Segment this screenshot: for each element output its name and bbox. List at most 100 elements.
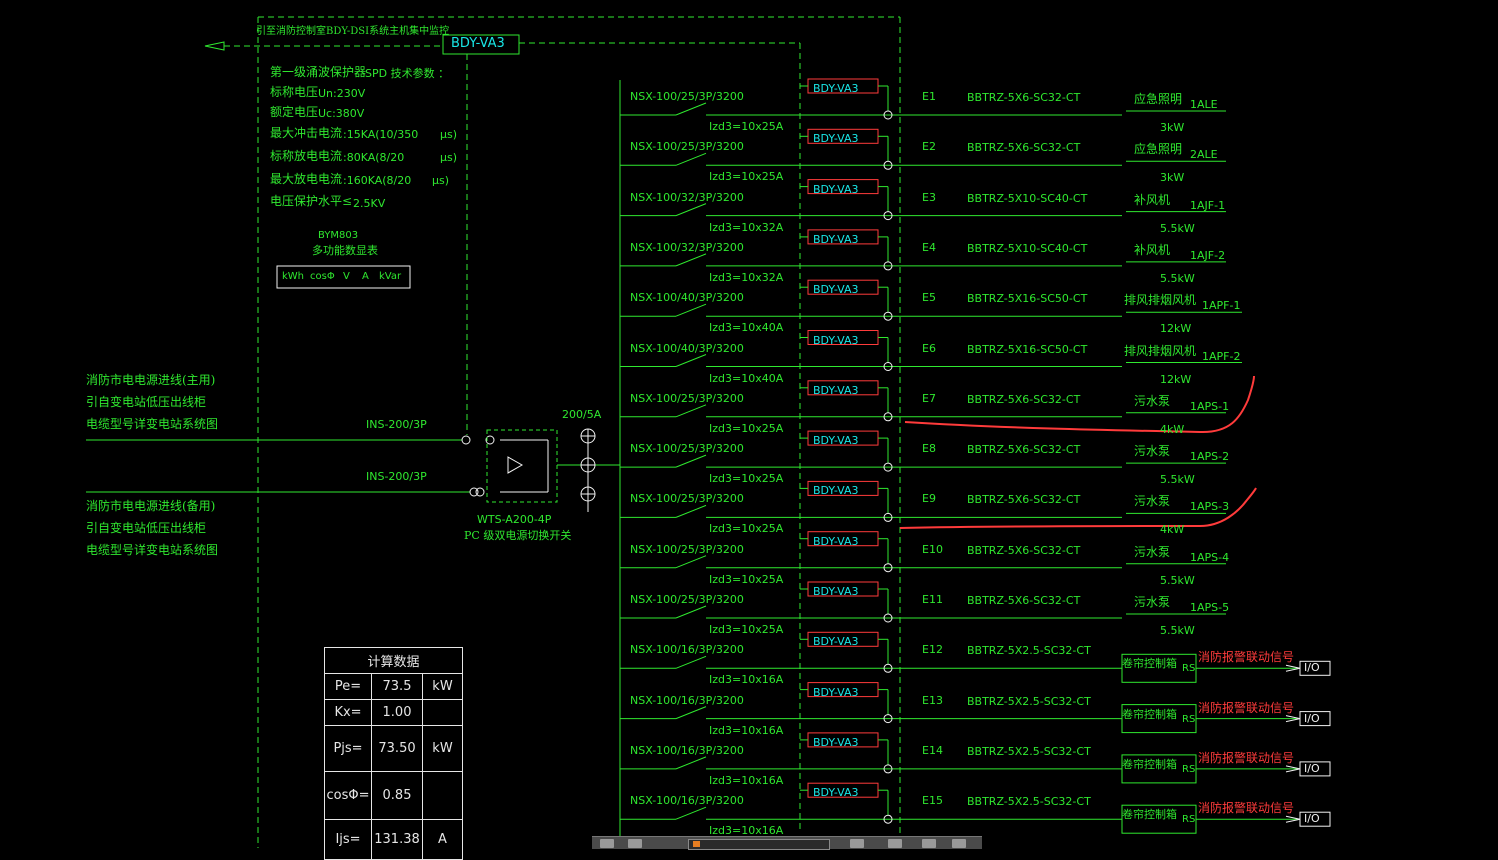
circuit-setting-label: Izd3=10x16A	[709, 773, 784, 787]
circuit-monitor-label[interactable]: BDY-VA3	[813, 234, 859, 245]
circuit-monitor-label[interactable]: BDY-VA3	[813, 184, 859, 195]
meter-reading: kVar	[379, 271, 402, 282]
fire-alarm-signal: 消防报警联动信号	[1198, 750, 1295, 765]
circuit-breaker-label: NSX-100/32/3P/3200	[630, 190, 744, 204]
circuit-load-code: RS	[1182, 763, 1196, 775]
terminal-icon	[461, 435, 471, 445]
circuit-load-name: 补风机	[1134, 242, 1171, 257]
calc-unit	[422, 699, 463, 726]
circuit-breaker-label: NSX-100/25/3P/3200	[630, 542, 744, 556]
circuit-cable: BBTRZ-5X6-SC32-CT	[967, 141, 1081, 155]
circuit-breaker-label: NSX-100/16/3P/3200	[630, 743, 744, 757]
circuit-load-name: 排风排烟风机	[1124, 343, 1197, 358]
circuit-id: E9	[922, 492, 936, 506]
calc-value: 1.00	[371, 699, 423, 726]
meter-reading: A	[362, 271, 369, 282]
calc-title: 计算数据	[324, 647, 463, 674]
circuit-id: E2	[922, 140, 936, 154]
circuit-id: E12	[922, 643, 943, 657]
spd-param-label: 最大冲击电流	[270, 126, 343, 140]
circuit-id: E1	[922, 90, 936, 103]
calc-key: cosΦ=	[324, 771, 372, 820]
breaker-icon	[675, 102, 707, 116]
breaker-main-label: INS-200/3P	[366, 418, 427, 431]
circuit-cable: BBTRZ-5X10-SC40-CT	[967, 241, 1088, 255]
circuit-monitor-label[interactable]: BDY-VA3	[813, 284, 859, 295]
spd-title: 第一级涌波保护器	[270, 65, 367, 79]
circuit-breaker-label: NSX-100/25/3P/3200	[630, 90, 744, 103]
main-feed-label: 消防市电电源进线(主用)	[86, 373, 216, 387]
main-feed-label: 电缆型号详变电站系统图	[86, 417, 219, 431]
circuit-monitor-label[interactable]: BDY-VA3	[813, 385, 859, 396]
breaker-icon	[675, 555, 707, 569]
circuit-monitor-label[interactable]: BDY-VA3	[813, 636, 859, 647]
breaker-icon	[675, 806, 707, 820]
calc-value: 73.5	[371, 673, 423, 700]
circuit-monitor-label[interactable]: BDY-VA3	[813, 335, 859, 346]
circuit-monitor-label[interactable]: BDY-VA3	[813, 586, 859, 597]
breaker-icon	[675, 303, 707, 317]
backup-feed-label: 消防市电电源进线(备用)	[86, 499, 216, 513]
breaker-icon	[675, 152, 707, 166]
arrow-icon	[204, 41, 225, 51]
circuit-power: 5.5kW	[1160, 473, 1195, 487]
circuit-power: 3kW	[1160, 171, 1185, 185]
circuit-setting-label: Izd3=10x25A	[709, 472, 784, 486]
calc-value: 73.50	[371, 725, 423, 772]
toolbar-icon[interactable]	[952, 839, 966, 848]
circuit-load-code: RS	[1182, 814, 1196, 826]
circuit-power: 5.5kW	[1160, 624, 1195, 637]
fire-alarm-signal: 消防报警联动信号	[1198, 801, 1295, 816]
circuit-load-name: 卷帘控制箱	[1122, 707, 1177, 721]
spd-param-unit: μs)	[432, 174, 450, 187]
circuit-cable: BBTRZ-5X2.5-SC32-CT	[967, 694, 1091, 708]
calc-value: 131.38	[371, 819, 423, 860]
toolbar-icon[interactable]	[628, 839, 642, 848]
main-monitor-label[interactable]: BDY-VA3	[451, 37, 505, 50]
circuit-power: 3kW	[1160, 121, 1185, 134]
circuit-load-name: 卷帘控制箱	[1122, 808, 1177, 822]
circuit-setting-label: Izd3=10x32A	[709, 220, 784, 234]
circuit-monitor-label[interactable]: BDY-VA3	[813, 787, 859, 798]
circuit-setting-label: Izd3=10x25A	[709, 421, 784, 435]
circuit-monitor-label[interactable]: BDY-VA3	[813, 536, 859, 547]
circuit-load-code: 1APS-3	[1190, 500, 1230, 514]
circuit-setting-label: Izd3=10x25A	[709, 572, 784, 586]
calc-value: 0.85	[371, 771, 423, 820]
circuit-id: E10	[922, 542, 943, 556]
circuit-load-code: 1AJF-1	[1190, 198, 1226, 212]
circuit-monitor-label[interactable]: BDY-VA3	[813, 83, 859, 94]
circuit-cable: BBTRZ-5X6-SC32-CT	[967, 594, 1081, 607]
spd-param-label: 标称电压	[270, 85, 319, 99]
circuit-setting-label: Izd3=10x25A	[709, 522, 784, 536]
breaker-icon	[675, 655, 707, 669]
toolbar-icon[interactable]	[922, 839, 936, 848]
circuit-load-name: 污水泵	[1134, 595, 1171, 609]
circuit-power: 4kW	[1160, 422, 1185, 436]
circuit-breaker-label: NSX-100/16/3P/3200	[630, 794, 744, 808]
circuit-setting-label: Izd3=10x25A	[709, 120, 784, 133]
breaker-icon	[675, 706, 707, 720]
circuit-cable: BBTRZ-5X10-SC40-CT	[967, 191, 1088, 205]
circuit-load-name: 应急照明	[1134, 142, 1183, 157]
toolbar-icon[interactable]	[850, 839, 864, 848]
circuit-monitor-label[interactable]: BDY-VA3	[813, 687, 859, 698]
circuit-setting-label: Izd3=10x40A	[709, 371, 784, 385]
calc-unit: kW	[422, 673, 463, 700]
drawing-tab[interactable]	[688, 839, 830, 850]
circuit-monitor-label[interactable]: BDY-VA3	[813, 435, 859, 446]
spd-param-value: :160KA(8/20	[343, 174, 412, 187]
toolbar-icon[interactable]	[888, 839, 902, 848]
breaker-icon	[675, 454, 707, 468]
circuit-monitor-label[interactable]: BDY-VA3	[813, 485, 859, 496]
circuit-monitor-label[interactable]: BDY-VA3	[813, 133, 859, 144]
backup-feed-label: 电缆型号详变电站系统图	[86, 543, 219, 557]
circuit-monitor-label[interactable]: BDY-VA3	[813, 737, 859, 748]
circuit-breaker-label: NSX-100/40/3P/3200	[630, 341, 744, 355]
circuit-cable: BBTRZ-5X6-SC32-CT	[967, 91, 1081, 104]
circuit-breaker-label: NSX-100/25/3P/3200	[630, 140, 744, 154]
circuit-load-code: 1AJF-2	[1190, 248, 1226, 262]
circuit-setting-label: Izd3=10x16A	[709, 824, 784, 838]
circuit-cable: BBTRZ-5X16-SC50-CT	[967, 342, 1088, 356]
toolbar-icon[interactable]	[600, 839, 614, 848]
